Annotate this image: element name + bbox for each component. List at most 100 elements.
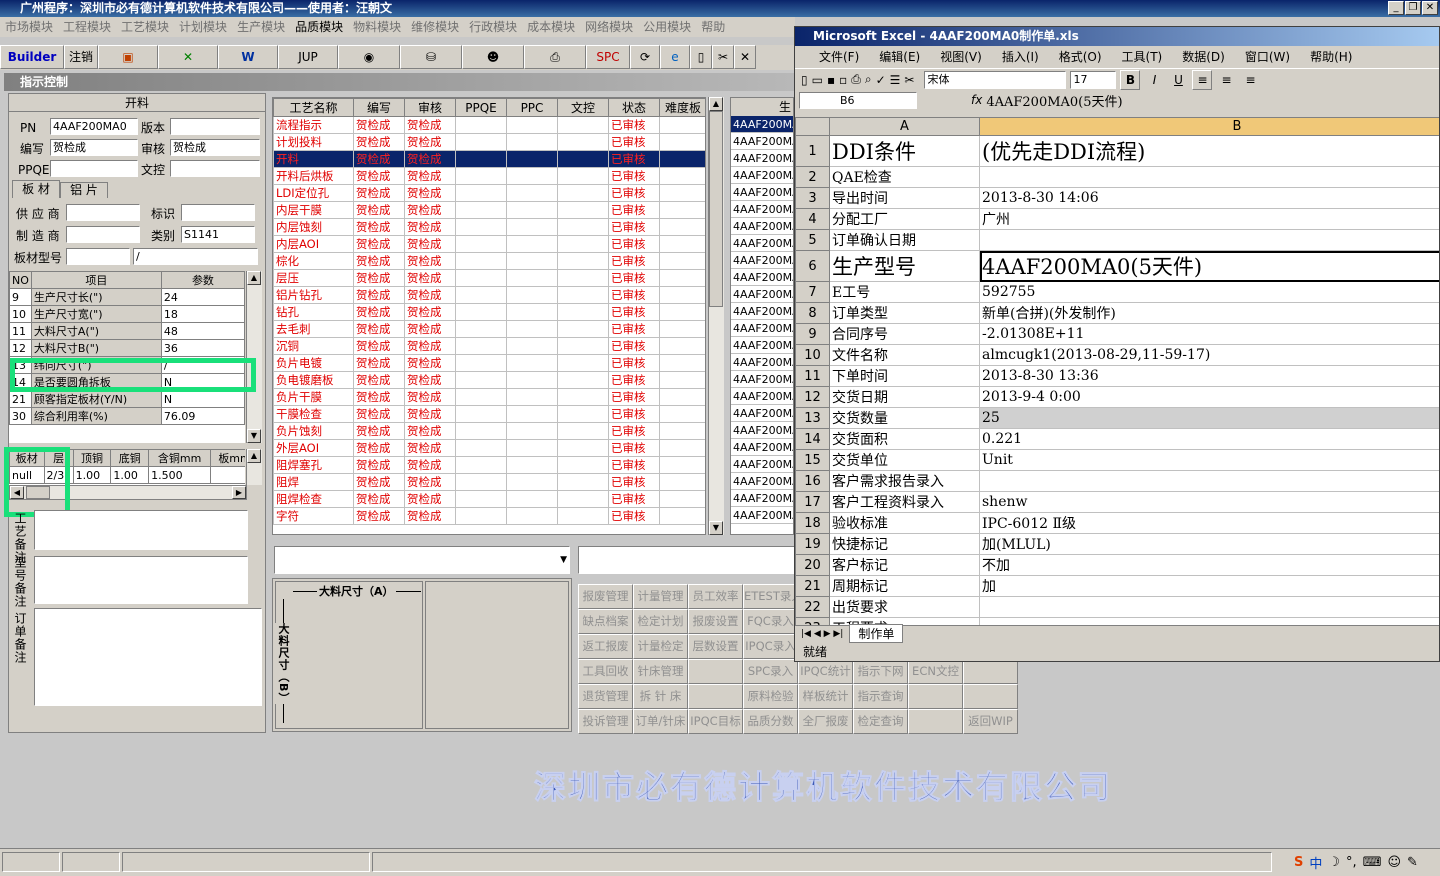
cell-b[interactable] bbox=[979, 617, 1439, 625]
module-button[interactable] bbox=[908, 709, 963, 734]
list-item[interactable]: 4AAF200MA bbox=[731, 371, 793, 388]
row-header[interactable]: 9 bbox=[795, 323, 830, 345]
italic-button[interactable]: I bbox=[1144, 69, 1165, 90]
module-button[interactable]: IPQC录入 bbox=[743, 634, 798, 659]
ime-lang[interactable]: 中 bbox=[1309, 853, 1322, 872]
eye-icon[interactable]: ◉ bbox=[338, 45, 400, 69]
user-icon[interactable]: ☺ bbox=[1387, 855, 1401, 870]
sheet-nav-icon[interactable]: |◀ ◀ ▶ ▶| bbox=[795, 629, 849, 639]
supplier-field[interactable] bbox=[66, 204, 140, 221]
module-button[interactable]: 计量检定 bbox=[633, 634, 688, 659]
research-icon[interactable]: ☰ bbox=[890, 73, 901, 87]
review-field[interactable]: 贺检成 bbox=[170, 139, 260, 156]
menu-item[interactable]: 市场模块 bbox=[0, 17, 58, 37]
table-row[interactable]: 阻焊 贺检成 贺检成 已审核 bbox=[273, 473, 705, 491]
list-item[interactable]: 4AAF200MA bbox=[731, 439, 793, 456]
keyboard-icon[interactable]: ⌨ bbox=[1363, 855, 1382, 870]
scroll-up-icon[interactable]: ▲ bbox=[247, 271, 261, 285]
mark-field[interactable] bbox=[181, 204, 255, 221]
table-row[interactable]: 阻焊检查 贺检成 贺检成 已审核 bbox=[273, 490, 705, 508]
menu-item[interactable]: 工艺模块 bbox=[116, 17, 174, 37]
params-scrollbar[interactable]: ▲ ▼ bbox=[246, 271, 262, 443]
table-row[interactable]: 铝片钻孔 贺检成 贺检成 已审核 bbox=[273, 286, 705, 304]
cell-b[interactable]: shenw bbox=[979, 491, 1439, 513]
excel-menu-item[interactable]: 帮助(H) bbox=[1300, 46, 1362, 68]
module-button[interactable]: 样板统计 bbox=[798, 684, 853, 709]
row-header[interactable]: 16 bbox=[795, 470, 830, 492]
list-item[interactable]: 4AAF200MA bbox=[731, 405, 793, 422]
cell-b[interactable] bbox=[979, 596, 1439, 618]
row-header[interactable]: 1 bbox=[795, 135, 830, 167]
module-button[interactable] bbox=[688, 659, 743, 684]
module-button[interactable]: 全厂报废 bbox=[798, 709, 853, 734]
module-button[interactable]: FQC录入 bbox=[743, 609, 798, 634]
row-header[interactable]: 3 bbox=[795, 187, 830, 209]
pn-field[interactable]: 4AAF200MA0 bbox=[50, 118, 138, 135]
cell-b[interactable]: 2013-8-30 13:36 bbox=[979, 365, 1439, 387]
model-extra-field[interactable]: / bbox=[133, 248, 258, 265]
module-button[interactable]: 员工效率 bbox=[688, 584, 743, 609]
name-box[interactable]: B6 bbox=[799, 91, 917, 109]
list-item[interactable]: 4AAF200MA bbox=[731, 473, 793, 490]
module-button[interactable]: 针床管理 bbox=[633, 659, 688, 684]
table-row[interactable]: 层压 贺检成 贺检成 已审核 bbox=[273, 269, 705, 287]
ppqe-field[interactable] bbox=[50, 160, 138, 177]
table-row[interactable]: 开料后烘板 贺检成 贺检成 已审核 bbox=[273, 167, 705, 185]
sheet-tab[interactable]: 制作单 bbox=[849, 624, 904, 643]
cell-b[interactable]: 新单(合拼)(外发制作) bbox=[979, 302, 1439, 324]
module-button[interactable]: SPC录入 bbox=[743, 659, 798, 684]
table-row[interactable]: 棕化 贺检成 贺检成 已审核 bbox=[273, 252, 705, 270]
cell-b[interactable]: (优先走DDI流程) bbox=[979, 135, 1439, 167]
table-header[interactable]: 状态 bbox=[608, 98, 660, 117]
cell-b[interactable]: 不加 bbox=[979, 554, 1439, 576]
table-header[interactable]: 难度板 bbox=[659, 98, 705, 117]
align-center-icon[interactable]: ≡ bbox=[1216, 69, 1237, 90]
excel-menu-item[interactable]: 工具(T) bbox=[1112, 46, 1173, 68]
cell-a[interactable]: 验收标准 bbox=[829, 512, 980, 534]
cell-b[interactable]: IPC-6012 Ⅱ级 bbox=[979, 512, 1439, 534]
module-button[interactable]: 返回WIP bbox=[963, 709, 1018, 734]
list-item[interactable]: 4AAF200MA bbox=[731, 252, 793, 269]
refresh-icon[interactable]: ⟳ bbox=[630, 45, 660, 69]
scroll-thumb[interactable] bbox=[709, 111, 723, 307]
table-row[interactable]: 10 生产尺寸宽(") 18 bbox=[9, 305, 245, 323]
cell-a[interactable]: 生产型号 bbox=[829, 250, 980, 282]
cell-b[interactable] bbox=[979, 166, 1439, 188]
formula-field[interactable]: 4AAF200MA0(5天件) bbox=[986, 91, 1122, 110]
cell-a[interactable]: 客户需求报告录入 bbox=[829, 470, 980, 492]
module-button[interactable] bbox=[963, 659, 1018, 684]
search-select[interactable] bbox=[578, 546, 796, 574]
module-button[interactable]: 退货管理 bbox=[578, 684, 633, 709]
table-row[interactable]: 21 顾客指定板材(Y/N) N bbox=[9, 390, 245, 408]
spc-button[interactable]: SPC bbox=[586, 45, 630, 69]
database-icon[interactable]: ⛁ bbox=[400, 45, 462, 69]
list-item[interactable]: 4AAF200MA bbox=[731, 456, 793, 473]
underline-button[interactable]: U bbox=[1168, 69, 1189, 90]
table-header[interactable]: 工艺名称 bbox=[273, 98, 354, 117]
excel-menu-item[interactable]: 数据(D) bbox=[1172, 46, 1235, 68]
maker-field[interactable] bbox=[66, 226, 140, 243]
row-header[interactable]: 7 bbox=[795, 281, 830, 303]
cell-b[interactable]: 加(MLUL) bbox=[979, 533, 1439, 555]
cell-a[interactable]: 快捷标记 bbox=[829, 533, 980, 555]
cell-a[interactable]: 合同序号 bbox=[829, 323, 980, 345]
cell-b[interactable]: almcugk1(2013-08-29,11-59-17) bbox=[979, 344, 1439, 366]
type-field[interactable]: S1141 bbox=[181, 226, 255, 243]
cell-a[interactable]: 客户工程资料录入 bbox=[829, 491, 980, 513]
table-row[interactable]: 内层蚀刻 贺检成 贺检成 已审核 bbox=[273, 218, 705, 236]
menu-item[interactable]: 成本模块 bbox=[522, 17, 580, 37]
list-item[interactable]: 4AAF200MA bbox=[731, 218, 793, 235]
restore-button[interactable]: ❐ bbox=[1405, 1, 1421, 15]
save-icon[interactable]: ▪ bbox=[827, 73, 835, 87]
list-item[interactable]: 4AAF200MA bbox=[731, 235, 793, 252]
col-b-header[interactable]: B bbox=[979, 117, 1439, 136]
table-row[interactable]: 负片蚀刻 贺检成 贺检成 已审核 bbox=[273, 422, 705, 440]
font-select[interactable]: 宋体 bbox=[924, 70, 1067, 89]
module-button[interactable]: ETEST录入 bbox=[743, 584, 798, 609]
table-cell[interactable]: 1.500 bbox=[148, 466, 212, 484]
module-button[interactable]: IPQC目标 bbox=[688, 709, 743, 734]
row-header[interactable]: 6 bbox=[795, 250, 830, 282]
menu-item[interactable]: 公用模块 bbox=[638, 17, 696, 37]
row-header[interactable]: 17 bbox=[795, 491, 830, 513]
table-cell[interactable] bbox=[210, 466, 245, 484]
